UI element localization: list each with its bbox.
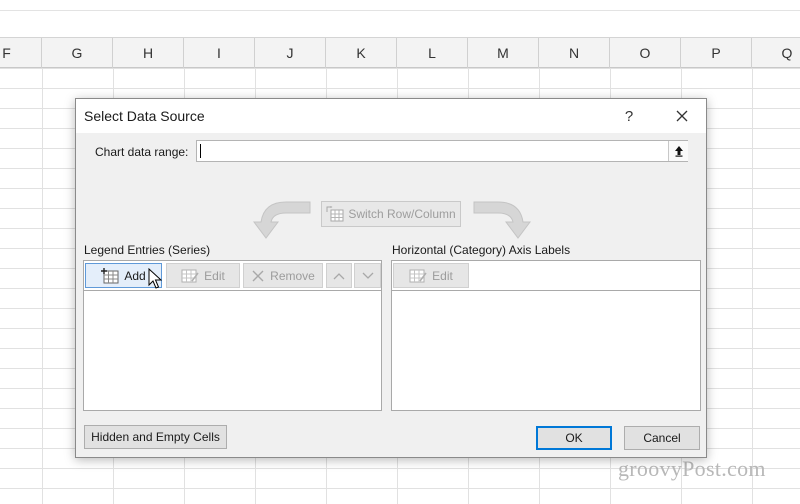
axis-edit-label: Edit [432,268,453,283]
column-header-j[interactable]: J [255,38,326,68]
column-header-h[interactable]: H [113,38,184,68]
add-label: Add [124,268,146,283]
column-header-q[interactable]: Q [752,38,800,68]
axis-toolbar: Edit [392,261,700,291]
legend-entries-panel: Add Edit Remove [83,260,382,411]
curved-arrow-right-icon [473,201,531,239]
select-data-source-dialog: Select Data Source ? Chart data range: S… [75,98,707,458]
cancel-button[interactable]: Cancel [624,426,700,450]
watermark: groovyPost.com [618,456,766,481]
chart-data-range-label: Chart data range: [95,145,189,159]
formula-bar-area [0,0,800,38]
switch-row-column-label: Switch Row/Column [348,207,456,221]
edit-table-icon [409,269,427,282]
column-header-o[interactable]: O [610,38,681,68]
legend-entries-list[interactable] [84,291,381,410]
column-header-i[interactable]: I [184,38,255,68]
column-header-l[interactable]: L [397,38,468,68]
mouse-pointer-icon [148,268,162,289]
edit-table-icon [181,269,199,282]
remove-x-icon [252,270,264,281]
switch-row-column-icon [326,206,344,222]
switch-row-column-button[interactable]: Switch Row/Column [321,201,461,227]
chevron-down-icon [362,272,373,279]
edit-axis-labels-button[interactable]: Edit [393,263,469,288]
axis-labels-label: Horizontal (Category) Axis Labels [392,243,571,257]
column-header-row: F G H I J K L M N O P Q [0,38,800,68]
column-header-k[interactable]: K [326,38,397,68]
collapse-range-button[interactable] [668,141,688,161]
curved-arrow-left-icon [253,201,311,239]
axis-labels-panel: Edit [391,260,701,411]
edit-label: Edit [204,268,225,283]
chevron-up-icon [333,272,345,279]
add-table-icon [101,267,119,283]
help-button[interactable]: ? [611,99,647,133]
dialog-titlebar: Select Data Source ? [76,99,706,133]
column-header-f[interactable]: F [0,38,42,68]
legend-entries-label: Legend Entries (Series) [84,243,211,257]
column-header-m[interactable]: M [468,38,539,68]
edit-series-button[interactable]: Edit [166,263,240,288]
move-down-button[interactable] [354,263,381,288]
dialog-title: Select Data Source [84,108,205,124]
hidden-empty-cells-button[interactable]: Hidden and Empty Cells [84,425,227,449]
upload-arrow-icon [674,146,683,157]
column-header-n[interactable]: N [539,38,610,68]
remove-series-button[interactable]: Remove [243,263,323,288]
close-icon [676,110,688,122]
chart-data-range-input[interactable] [196,140,688,162]
move-up-button[interactable] [326,263,352,288]
close-button[interactable] [664,99,700,133]
axis-labels-list[interactable] [392,291,700,410]
column-header-g[interactable]: G [42,38,113,68]
column-header-p[interactable]: P [681,38,752,68]
legend-toolbar: Add Edit Remove [84,261,381,291]
remove-label: Remove [270,268,315,283]
ok-button[interactable]: OK [536,426,612,450]
text-caret [200,144,201,158]
